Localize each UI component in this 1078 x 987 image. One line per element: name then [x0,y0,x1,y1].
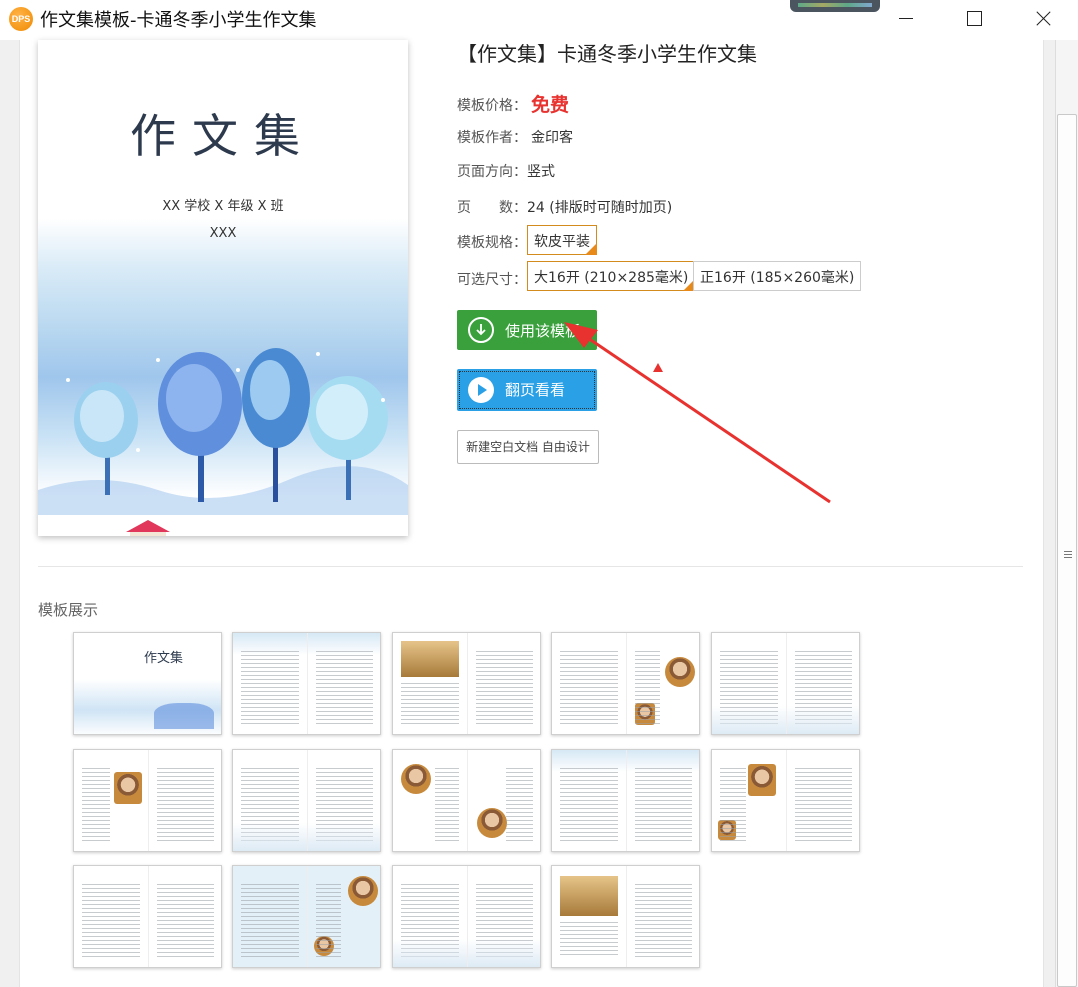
cover-preview[interactable]: 作文集 XX 学校 X 年级 X 班 XXX [38,40,408,536]
minimize-button[interactable] [882,0,928,36]
template-thumbnail[interactable] [232,865,381,968]
close-button[interactable] [1020,0,1066,36]
left-rail [0,40,20,987]
maximize-button[interactable] [950,0,996,36]
cover-name-line: XXX [209,226,237,241]
template-thumbnail[interactable] [711,632,860,735]
author-label: 模板作者： [457,130,527,146]
cover-title: 作文集 [130,109,316,163]
pages-label: 页 数： [457,200,527,216]
template-thumbnail[interactable] [73,749,222,852]
flip-view-label: 翻页看看 [505,381,566,399]
thumbnail-cover-title: 作文集 [144,651,184,666]
size-label: 可选尺寸： [457,272,527,288]
scrollbar-grip-icon [1064,551,1072,559]
taskbar-preview-thumbnail [790,0,880,12]
showcase-title: 模板展示 [38,601,99,619]
spec-label: 模板规格： [457,235,527,251]
winter-trees-illustration [38,348,408,536]
orientation-label: 页面方向： [457,164,527,180]
cover-school-line: XX 学校 X 年级 X 班 [162,199,284,214]
title-bar: DPS 作文集模板-卡通冬季小学生作文集 [0,0,1078,40]
window-title: 作文集模板-卡通冬季小学生作文集 [40,10,317,31]
size-option-standard16[interactable]: 正16开 (185×260毫米) [693,261,862,291]
pages-value: 24 (排版时可随时加页) [527,200,673,216]
app-logo-icon: DPS [9,7,33,31]
template-thumbnail[interactable] [392,865,541,968]
template-thumbnail[interactable]: 作文集 [73,632,222,735]
play-icon [468,377,494,403]
template-thumbnail[interactable] [232,632,381,735]
template-thumbnail[interactable] [232,749,381,852]
template-thumbnail[interactable] [392,632,541,735]
size-option-large16[interactable]: 大16开 (210×285毫米) [527,261,696,291]
template-thumbnail[interactable] [551,749,700,852]
orientation-value: 竖式 [527,164,555,180]
author-value: 金印客 [531,130,573,146]
scrollbar-thumb[interactable] [1057,114,1077,987]
template-thumbnail[interactable] [551,865,700,968]
right-rail [1043,40,1055,987]
template-thumbnail[interactable] [711,749,860,852]
template-thumbnail[interactable] [551,632,700,735]
price-value: 免费 [531,94,570,116]
template-thumbnail[interactable] [392,749,541,852]
template-thumbnail[interactable] [73,865,222,968]
template-title: 【作文集】卡通冬季小学生作文集 [457,42,757,66]
spec-option[interactable]: 软皮平装 [527,225,597,255]
section-divider [38,566,1023,567]
price-label: 模板价格： [457,98,527,114]
vertical-scrollbar[interactable] [1055,40,1078,987]
annotation-arrow [564,322,831,504]
download-icon [468,317,494,343]
